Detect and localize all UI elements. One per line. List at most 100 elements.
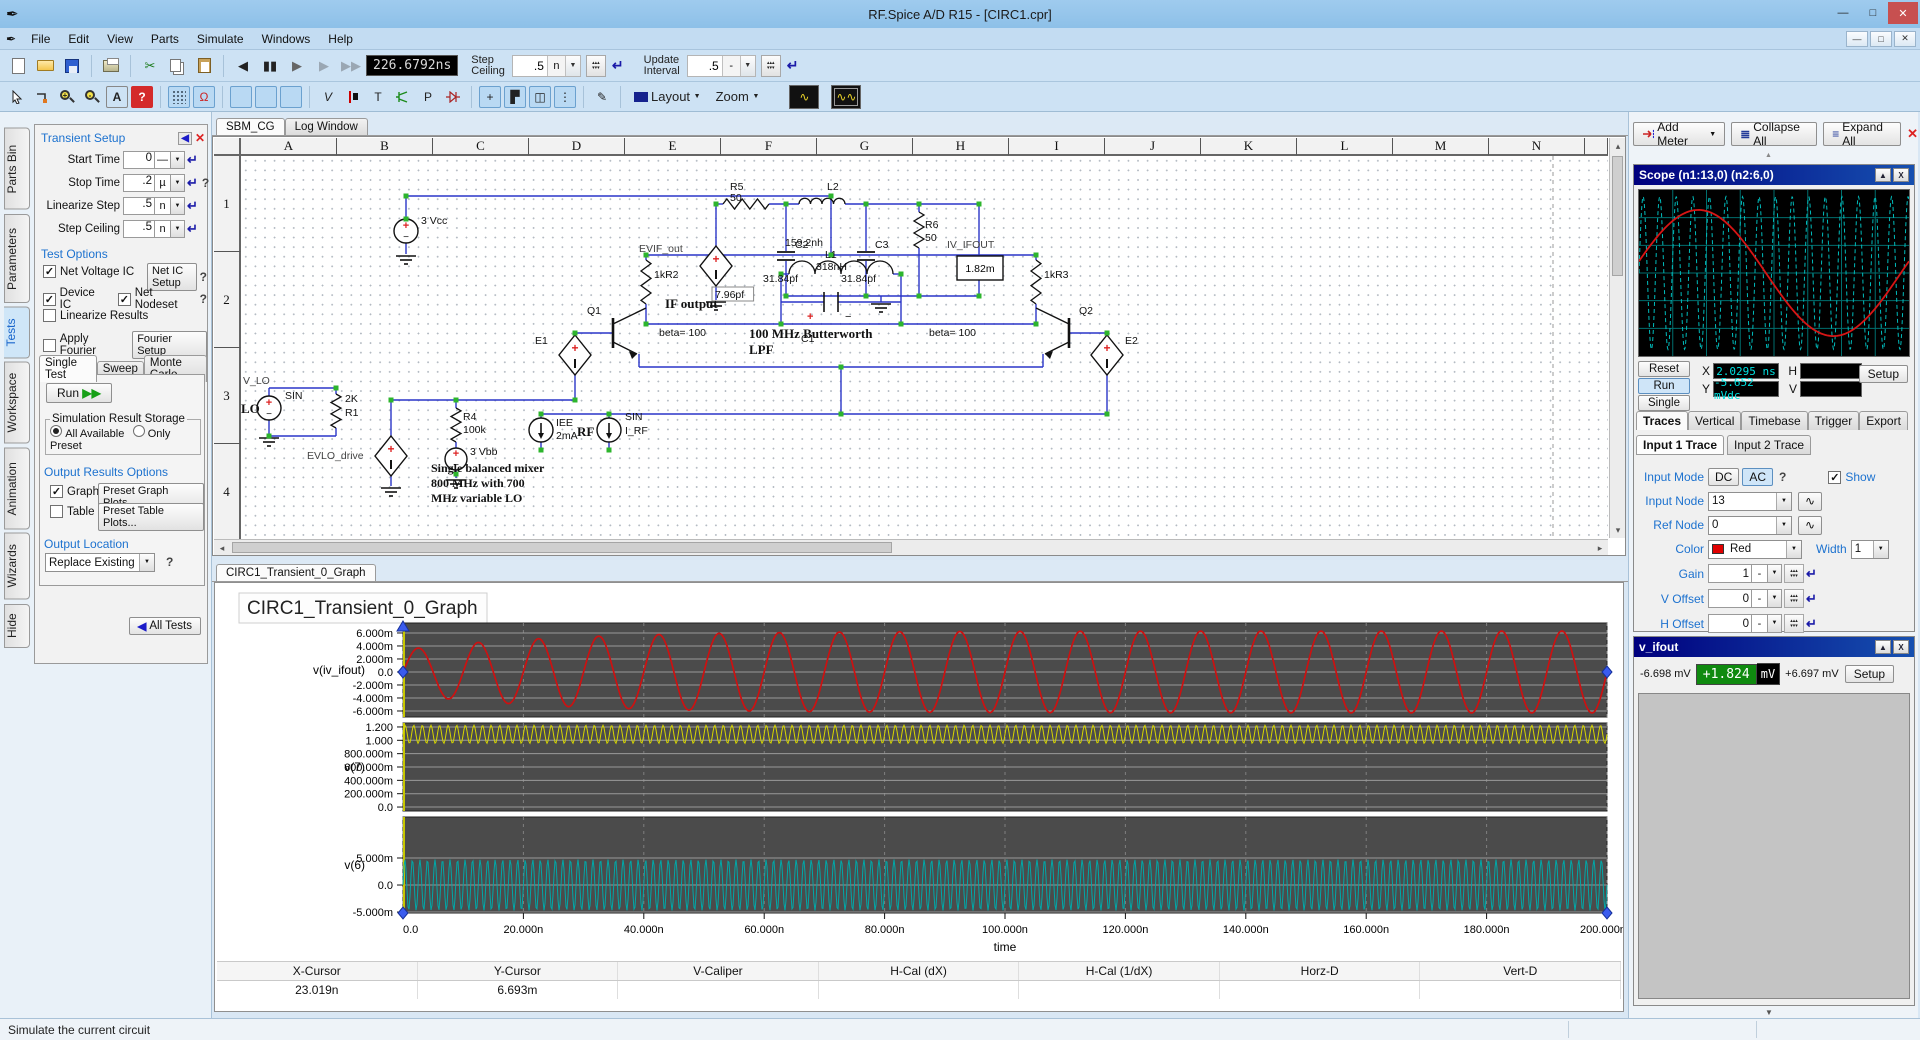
net-nodeset-checkbox[interactable]: ✓ [118,293,131,306]
step-ceiling-apply-icon[interactable]: ↵ [612,57,624,74]
schematic-canvas[interactable]: +−+−+−++++1.82m+−3 Vcc1kR21kR3L1318nH7.9… [241,156,1608,538]
update-interval-stepper[interactable]: ▴▴▴▾▾▾ [761,55,781,77]
ac-button[interactable]: AC [1742,468,1773,486]
linearize-step-input[interactable]: .5 [123,197,155,215]
stop-time-input[interactable]: .2 [123,174,155,192]
run-button[interactable]: Run ▶▶ [46,383,112,403]
scope-single-button[interactable]: Single [1638,395,1690,411]
run-icon[interactable]: ▶ [312,54,336,78]
voltage-meter-icon[interactable] [255,86,277,108]
distribute-icon[interactable]: ⋮ [554,86,576,108]
menu-file[interactable]: File [22,30,59,48]
dropdown-icon[interactable]: ▼ [171,220,185,238]
text-label-icon[interactable]: T [367,86,389,108]
width-select[interactable]: 1▼ [1851,540,1889,559]
graph-tab[interactable]: CIRC1_Transient_0_Graph [216,564,376,581]
paste-icon[interactable] [192,54,216,78]
menu-simulate[interactable]: Simulate [188,30,253,48]
part-label-icon[interactable]: P [417,86,439,108]
help-icon[interactable]: ? [202,176,209,190]
scope-tab-trigger[interactable]: Trigger [1808,411,1860,430]
scope-window-icon[interactable]: ∿∿ [831,85,861,109]
panel-close-icon[interactable]: ✕ [1907,126,1918,142]
hscroll-thumb[interactable] [232,542,892,553]
step-ceiling-dropdown-icon[interactable]: ▼ [565,56,580,76]
step-ceiling-unit[interactable]: n [547,56,565,76]
child-close-icon[interactable]: ✕ [1894,31,1916,47]
sidebar-tab-animation[interactable]: Animation [4,448,30,530]
close-icon[interactable]: X [1893,168,1909,182]
h-offset-stepper[interactable]: ▴▴▴▾▾▾ [1784,614,1804,633]
vscroll-thumb[interactable] [1612,156,1623,276]
h-offset-input[interactable]: 0 [1708,614,1752,633]
schematic-hscrollbar[interactable]: ◂ ▸ [214,539,1608,555]
dropdown-icon[interactable]: ▼ [1768,564,1782,583]
wire-tool-icon[interactable] [31,86,53,108]
child-restore-icon[interactable]: □ [1870,31,1892,47]
input-node-select[interactable]: 13▼ [1708,492,1792,511]
menu-parts[interactable]: Parts [142,30,188,48]
gain-stepper[interactable]: ▴▴▴▾▾▾ [1784,564,1804,583]
pause-icon[interactable]: ▮▮ [258,54,282,78]
all-available-radio[interactable] [50,425,62,437]
all-tests-button[interactable]: ◀ All Tests [129,617,201,635]
help-icon[interactable]: ? [1779,470,1786,484]
apply-fourier-checkbox[interactable] [43,339,56,352]
menu-windows[interactable]: Windows [253,30,320,48]
close-icon[interactable]: ✕ [1888,2,1918,24]
snap-toggle-icon[interactable]: Ω [193,86,215,108]
pick-node-icon[interactable]: ∿ [1798,492,1822,511]
cut-icon[interactable]: ✂ [138,54,162,78]
gain-unit[interactable]: - [1752,564,1768,583]
dropdown-icon[interactable]: ▼ [171,174,185,192]
maximize-icon[interactable]: □ [1858,2,1888,24]
align-top-icon[interactable]: ▛ [504,86,526,108]
select-tool-icon[interactable] [6,86,28,108]
scroll-down-icon[interactable]: ▾ [1610,522,1626,538]
output-location-select[interactable]: Replace Existing ▼ [45,553,155,572]
collapse-all-button[interactable]: ≣Collapse All [1731,122,1817,146]
help-icon[interactable]: ? [200,270,207,284]
menu-help[interactable]: Help [319,30,362,48]
scope-view-icon[interactable]: ∿ [789,85,819,109]
apply-icon[interactable]: ↵ [187,175,198,191]
schematic-vscrollbar[interactable]: ▴ ▾ [1609,138,1625,538]
help-tool-icon[interactable]: ? [131,86,153,108]
table-checkbox[interactable] [50,505,63,518]
copy-icon[interactable] [165,54,189,78]
dock-left-icon[interactable]: ◀ [178,132,192,145]
close-icon[interactable]: X [1893,640,1909,654]
scroll-up-icon[interactable]: ▴ [1610,138,1626,154]
panel-close-icon[interactable]: ✕ [195,131,205,145]
scroll-right-icon[interactable]: ▸ [1592,540,1608,556]
align-grid-icon[interactable]: ◫ [529,86,551,108]
zoom-menu-button[interactable]: Zoom ▼ [710,85,766,109]
scope-tab-export[interactable]: Export [1859,411,1908,430]
scope-title-bar[interactable]: Scope (n1:13,0) (n2:6,0) ▲ X [1634,165,1914,185]
start-time-input[interactable]: 0 [123,151,155,169]
dropdown-icon[interactable]: ▼ [171,197,185,215]
collapse-icon[interactable]: ▲ [1875,640,1891,654]
zoom-out-icon[interactable]: - [81,86,103,108]
transistor-icon[interactable] [392,86,414,108]
menu-edit[interactable]: Edit [59,30,98,48]
sidebar-tab-parameters[interactable]: Parameters [4,214,30,303]
save-icon[interactable] [60,54,84,78]
print-icon[interactable] [99,54,123,78]
pick-ref-icon[interactable]: ∿ [1798,516,1822,535]
update-interval-unit[interactable]: - [722,56,740,76]
only-preset-radio[interactable] [133,425,145,437]
scope-tab-traces[interactable]: Traces [1636,411,1688,430]
update-interval-input[interactable] [688,56,722,76]
scroll-down-handle-icon[interactable]: ▼ [1765,1008,1773,1017]
step-run-icon[interactable]: ▶ [285,54,309,78]
update-interval-apply-icon[interactable]: ↵ [787,57,799,74]
add-meter-button[interactable]: Add Meter ▼ [1633,122,1725,146]
v-offset-input[interactable]: 0 [1708,589,1752,608]
sidebar-tab-workspace[interactable]: Workspace [4,362,30,444]
color-select[interactable]: Red▼ [1708,540,1802,559]
zoom-in-icon[interactable]: + [56,86,78,108]
scope-tab-timebase[interactable]: Timebase [1741,411,1807,430]
schematic-tab-sbm_cg[interactable]: SBM_CG [216,118,285,135]
linearize-results-checkbox[interactable] [43,309,56,322]
